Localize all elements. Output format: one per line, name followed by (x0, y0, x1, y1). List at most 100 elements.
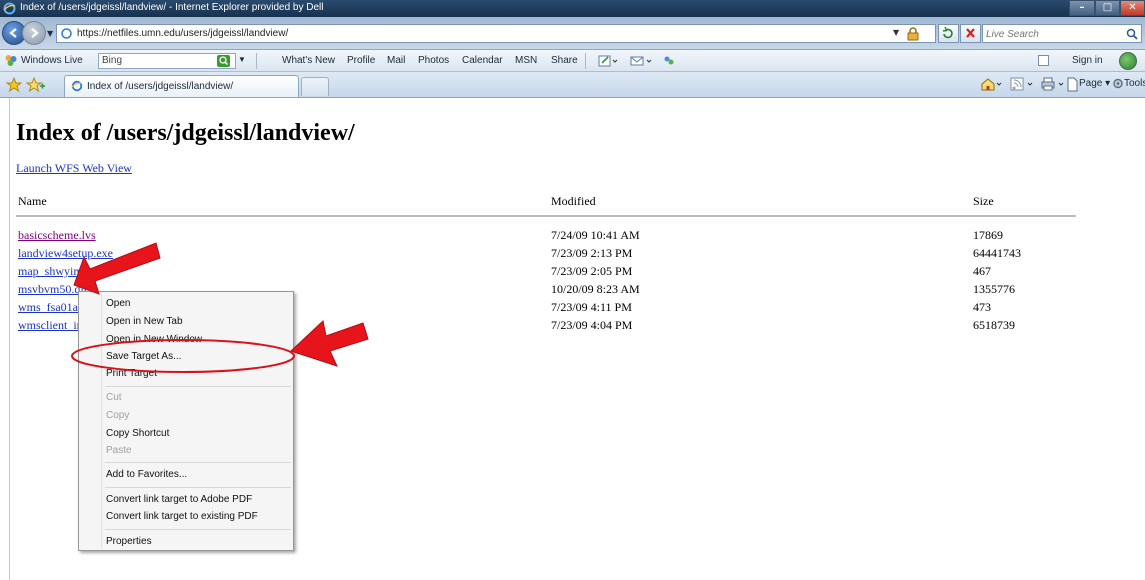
menu-item-properties[interactable]: Properties (106, 536, 152, 547)
back-arrow-icon (9, 28, 17, 38)
file-size: 6518739 (973, 318, 1015, 332)
maximize-icon: □ (1102, 2, 1113, 13)
favorites-star-icon[interactable] (6, 77, 22, 92)
tab-and-command-bar: Index of /users/jdgeissl/landview/ Page … (0, 72, 1145, 98)
page-icon (61, 28, 72, 39)
menu-item-copy-shortcut[interactable]: Copy Shortcut (106, 428, 169, 439)
column-header-name: Name (18, 194, 47, 208)
minimize-icon: – (1079, 2, 1085, 13)
windows-live-toolbar: Windows Live ▼ What's New Profile Mail P… (0, 50, 1145, 72)
blog-it-icon[interactable] (598, 54, 620, 68)
window-title-bar: Index of /users/jdgeissl/landview/ - Int… (0, 0, 1145, 17)
menu-separator (105, 386, 291, 387)
stop-button[interactable] (960, 24, 981, 43)
file-modified: 10/20/09 8:23 AM (551, 282, 640, 296)
refresh-icon (942, 26, 953, 39)
home-icon[interactable] (980, 77, 1004, 92)
file-modified: 7/24/09 10:41 AM (551, 228, 640, 242)
pane-border (9, 98, 10, 580)
file-link[interactable]: basicscheme.lvs (18, 228, 96, 243)
bing-search-button[interactable] (217, 55, 230, 67)
internet-explorer-icon (3, 2, 16, 15)
wl-link-mail[interactable]: Mail (387, 55, 405, 66)
search-icon[interactable] (1126, 28, 1138, 40)
menu-item-open-new-tab[interactable]: Open in New Tab (106, 316, 183, 327)
gear-icon[interactable] (1112, 77, 1124, 90)
user-avatar-icon[interactable] (1119, 52, 1137, 70)
file-link[interactable]: wmsclient_ir (18, 318, 81, 333)
lock-icon[interactable] (907, 27, 919, 41)
file-modified: 7/23/09 4:04 PM (551, 318, 633, 332)
bing-search-box[interactable] (98, 53, 236, 69)
tab-title: Index of /users/jdgeissl/landview/ (87, 81, 234, 92)
wl-link-msn[interactable]: MSN (515, 55, 537, 66)
bing-search-input[interactable] (102, 55, 202, 66)
menu-separator (105, 462, 291, 463)
recent-pages-dropdown[interactable]: ▼ (47, 29, 53, 38)
live-search-box[interactable] (982, 24, 1142, 43)
file-size: 473 (973, 300, 991, 314)
sign-in-link[interactable]: Sign in (1072, 55, 1103, 66)
file-size: 17869 (973, 228, 1003, 242)
search-icon (219, 56, 229, 66)
tab-index-landview[interactable]: Index of /users/jdgeissl/landview/ (64, 75, 299, 97)
menu-separator (105, 529, 291, 530)
close-button[interactable]: ✕ (1120, 0, 1145, 16)
context-menu: Open Open in New Tab Open in New Window … (78, 291, 294, 551)
column-header-modified: Modified (551, 194, 596, 208)
page-menu-button[interactable]: Page ▾ (1079, 78, 1110, 89)
menu-item-save-target-as[interactable]: Save Target As... (106, 351, 181, 362)
stop-icon (966, 28, 975, 38)
menu-item-convert-to-adobe-pdf[interactable]: Convert link target to Adobe PDF (106, 494, 252, 505)
file-row: map_shwyim1.og 7/23/09 2:05 PM 467 (0, 264, 1145, 282)
file-link[interactable]: msvbvm50.dll (18, 282, 87, 297)
wl-link-calendar[interactable]: Calendar (462, 55, 503, 66)
minimize-button[interactable]: – (1069, 0, 1095, 16)
close-icon: ✕ (1128, 2, 1137, 13)
forward-arrow-icon (31, 28, 39, 38)
wl-toolbar-checkbox[interactable] (1038, 55, 1049, 66)
live-search-input[interactable] (986, 27, 1121, 41)
messenger-icon[interactable] (662, 54, 676, 68)
menu-item-paste: Paste (106, 445, 132, 456)
maximize-button[interactable]: □ (1095, 0, 1120, 16)
menu-icon-gutter (101, 294, 102, 548)
add-favorites-icon[interactable] (26, 77, 46, 92)
page-menu-label: Page (1079, 78, 1103, 89)
page-title: Index of /users/jdgeissl/landview/ (16, 120, 355, 146)
address-dropdown-icon[interactable]: ▼ (893, 28, 899, 37)
file-link[interactable]: map_shwyim1.og (18, 264, 104, 279)
toolbar-separator (585, 53, 586, 69)
internet-explorer-icon (71, 80, 83, 92)
column-header-size: Size (973, 194, 994, 208)
address-bar[interactable]: https://netfiles.umn.edu/users/jdgeissl/… (56, 24, 936, 43)
print-icon[interactable] (1040, 77, 1068, 92)
menu-item-open-new-window[interactable]: Open in New Window (106, 334, 202, 345)
menu-item-add-to-favorites[interactable]: Add to Favorites... (106, 469, 187, 480)
page-menu-icon[interactable] (1066, 77, 1078, 92)
mail-menu-icon[interactable] (630, 54, 654, 68)
header-divider (16, 215, 1076, 217)
tools-menu-button[interactable]: Tools (1124, 78, 1145, 89)
new-tab-button[interactable] (301, 77, 329, 96)
wl-link-profile[interactable]: Profile (347, 55, 375, 66)
refresh-button[interactable] (938, 24, 959, 43)
feeds-icon[interactable] (1010, 77, 1036, 92)
menu-item-print-target[interactable]: Print Target (106, 368, 157, 379)
menu-item-open[interactable]: Open (106, 298, 130, 309)
wl-link-share[interactable]: Share (551, 55, 578, 66)
launch-wfs-web-view-link[interactable]: Launch WFS Web View (16, 161, 132, 176)
file-link[interactable]: landview4setup.exe (18, 246, 113, 261)
menu-item-convert-to-existing-pdf[interactable]: Convert link target to existing PDF (106, 511, 258, 522)
windows-live-label[interactable]: Windows Live (21, 55, 83, 66)
file-modified: 7/23/09 4:11 PM (551, 300, 632, 314)
bing-dropdown-icon[interactable]: ▼ (238, 55, 246, 64)
forward-button[interactable] (22, 21, 46, 45)
wl-link-photos[interactable]: Photos (418, 55, 449, 66)
menu-item-copy: Copy (106, 410, 130, 421)
wl-link-whats-new[interactable]: What's New (282, 55, 335, 66)
menu-separator (105, 487, 291, 488)
file-size: 1355776 (973, 282, 1015, 296)
toolbar-separator (256, 53, 257, 69)
file-link[interactable]: wms_fsa01a (18, 300, 78, 315)
